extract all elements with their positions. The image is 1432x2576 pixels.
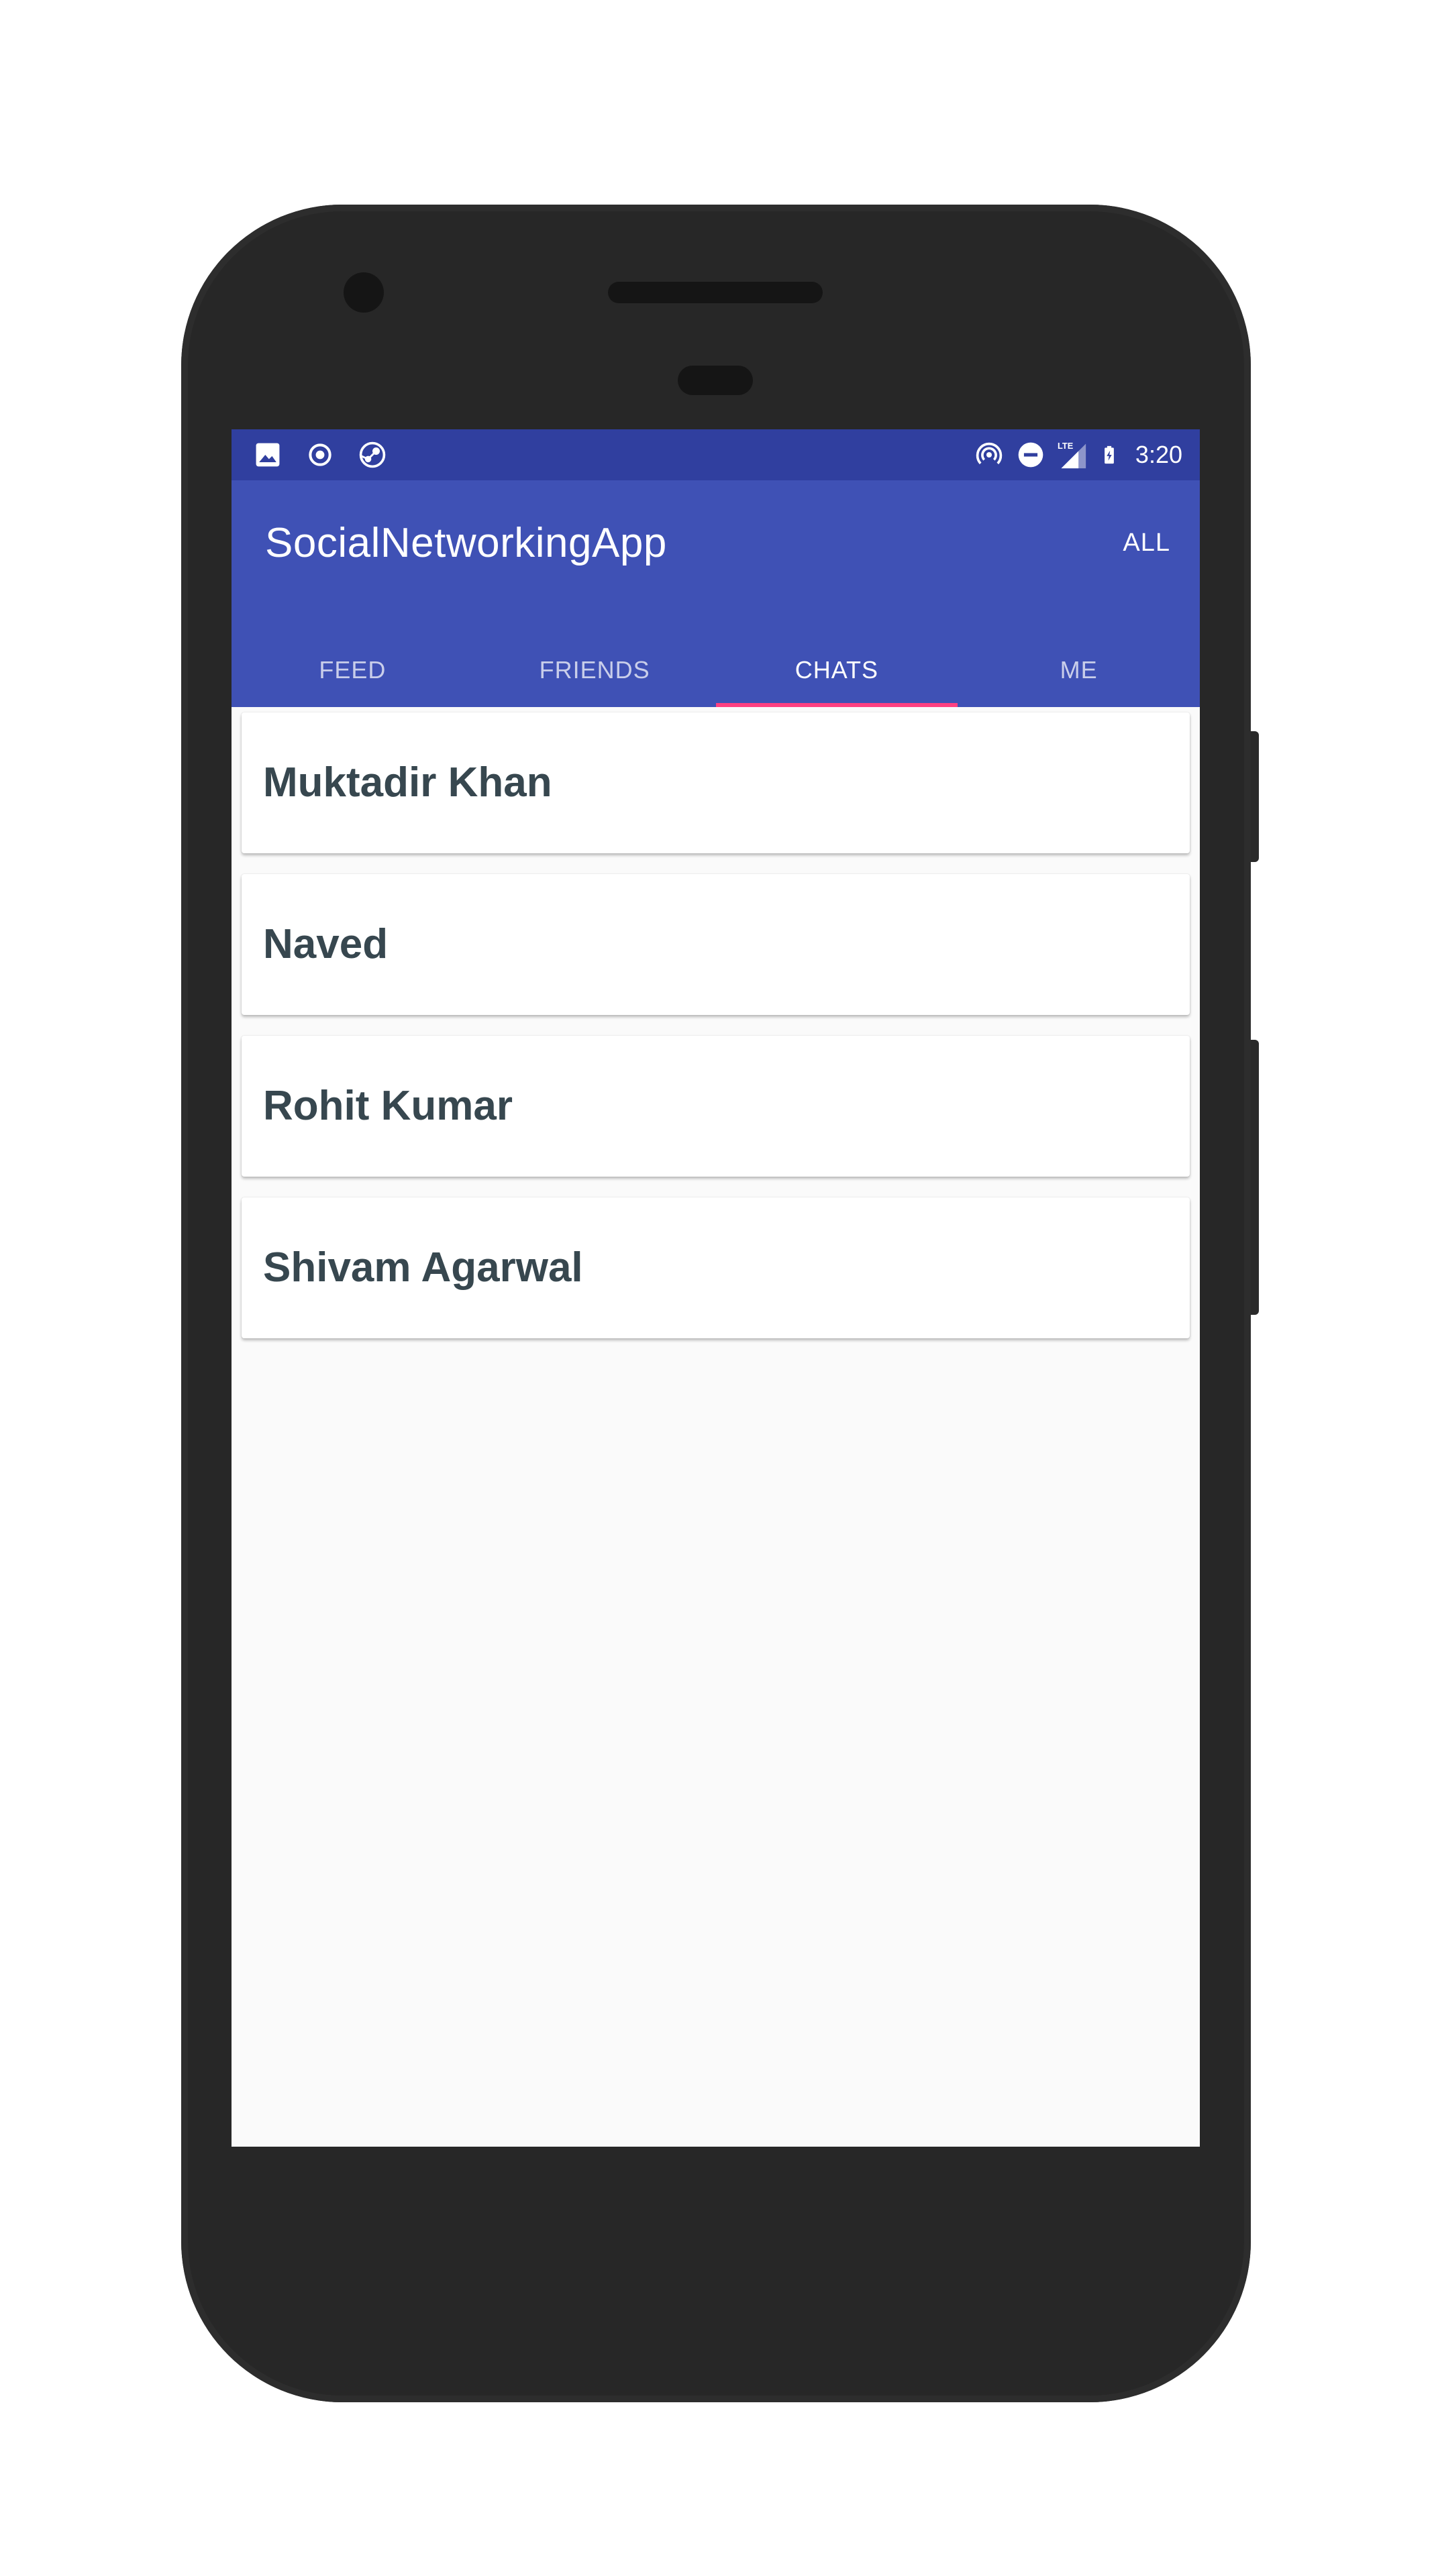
- chat-contact-name: Shivam Agarwal: [263, 1244, 583, 1291]
- app-title: SocialNetworkingApp: [265, 520, 667, 566]
- all-action-button[interactable]: ALL: [1123, 526, 1170, 559]
- do-not-disturb-icon: [1018, 442, 1043, 468]
- tab-feed[interactable]: FEED: [232, 633, 474, 707]
- status-bar: LTE 3:20: [232, 429, 1200, 480]
- app-bar: SocialNetworkingApp ALL FEED FRIENDS CHA…: [232, 480, 1200, 707]
- chat-contact-name: Rohit Kumar: [263, 1083, 513, 1129]
- status-time: 3:20: [1135, 441, 1182, 468]
- hotspot-icon: [976, 442, 1003, 465]
- earpiece-speaker: [608, 282, 823, 303]
- chat-item[interactable]: Rohit Kumar: [242, 1036, 1190, 1177]
- svg-text:LTE: LTE: [1058, 441, 1074, 451]
- power-button: [1251, 731, 1259, 862]
- chat-list: Muktadir Khan Naved Rohit Kumar Shivam A…: [242, 712, 1190, 1359]
- image-icon: [256, 443, 280, 467]
- chat-contact-name: Naved: [263, 921, 389, 967]
- chat-item[interactable]: Muktadir Khan: [242, 712, 1190, 853]
- chat-contact-name: Muktadir Khan: [263, 759, 552, 806]
- front-camera: [344, 272, 384, 313]
- tab-chats[interactable]: CHATS: [715, 633, 958, 707]
- chat-item[interactable]: Shivam Agarwal: [242, 1197, 1190, 1338]
- proximity-sensor: [678, 366, 753, 395]
- steam-icon: [359, 441, 386, 468]
- tab-label: CHATS: [795, 656, 879, 684]
- tab-label: FRIENDS: [539, 656, 650, 684]
- tab-me[interactable]: ME: [958, 633, 1200, 707]
- tab-indicator: [715, 703, 958, 707]
- phone-screen: LTE 3:20 SocialNetworkingApp ALL FEED FR…: [232, 429, 1200, 2147]
- battery-charging-icon: [1105, 445, 1114, 464]
- tab-label: FEED: [319, 656, 387, 684]
- chat-item[interactable]: Naved: [242, 874, 1190, 1015]
- record-icon: [309, 443, 331, 466]
- tab-friends[interactable]: FRIENDS: [474, 633, 716, 707]
- lte-signal-icon: LTE: [1058, 441, 1086, 469]
- tab-bar: FEED FRIENDS CHATS ME: [232, 633, 1200, 707]
- tab-label: ME: [1060, 656, 1098, 684]
- volume-button: [1251, 1040, 1259, 1315]
